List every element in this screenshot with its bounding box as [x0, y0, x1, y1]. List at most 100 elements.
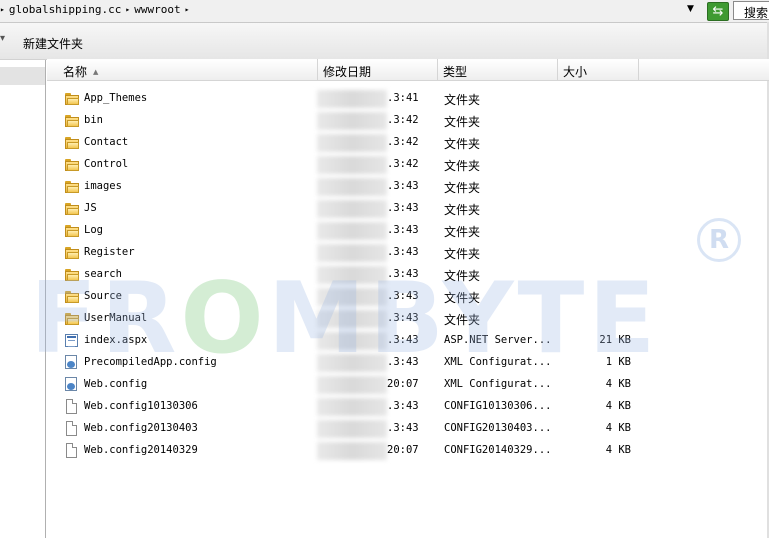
file-date: .3:43 [317, 176, 452, 198]
file-type: CONFIG10130306... [444, 400, 552, 412]
file-date: .3:41 [317, 88, 452, 110]
file-name[interactable]: Web.config20140329 [84, 444, 198, 456]
config-file-icon [65, 377, 79, 392]
file-name[interactable]: PrecompiledApp.config [84, 356, 217, 368]
file-time: .3:43 [387, 334, 419, 346]
search-input[interactable]: 搜索 [733, 1, 769, 20]
breadcrumb-chevron-icon[interactable]: ▸ [0, 5, 5, 14]
file-time: .3:43 [387, 400, 419, 412]
file-name[interactable]: Web.config20130403 [84, 422, 198, 434]
file-row[interactable]: Log .3:43 文件夹 [47, 220, 769, 242]
file-row[interactable]: Web.config 20:07 XML Configurat... 4 KB [47, 374, 769, 396]
file-time: .3:43 [387, 356, 419, 368]
history-dropdown-icon[interactable]: ▼ [687, 4, 694, 14]
redacted-date [317, 156, 387, 174]
column-header-size[interactable]: 大小 [558, 59, 639, 80]
column-label-name: 名称 [63, 65, 88, 79]
redacted-date [317, 244, 387, 262]
file-name[interactable]: Source [84, 290, 122, 302]
file-time: .3:41 [387, 92, 419, 104]
file-date: .3:43 [317, 396, 452, 418]
address-bar[interactable]: ▸ globalshipping.cc ▸ wwwroot ▸ ▼ ⇆ 搜索 [0, 0, 769, 23]
file-type: CONFIG20140329... [444, 444, 552, 456]
file-row[interactable]: Control .3:42 文件夹 [47, 154, 769, 176]
file-row[interactable]: Web.config20130403 .3:43 CONFIG20130403...… [47, 418, 769, 440]
file-row[interactable]: Source .3:43 文件夹 [47, 286, 769, 308]
aspx-file-icon [65, 333, 79, 348]
file-type: CONFIG20130403... [444, 422, 552, 434]
file-type: 文件夹 [444, 93, 481, 107]
redacted-date [317, 420, 387, 438]
file-date: .3:42 [317, 110, 452, 132]
file-type: 文件夹 [444, 137, 481, 151]
breadcrumb-item-folder[interactable]: wwwroot [134, 3, 180, 16]
file-name[interactable]: index.aspx [84, 334, 147, 346]
file-date: .3:43 [317, 264, 452, 286]
file-time: .3:43 [387, 422, 419, 434]
pane-splitter[interactable] [45, 60, 46, 538]
folder-icon [65, 201, 79, 216]
file-name[interactable]: App_Themes [84, 92, 147, 104]
refresh-button[interactable]: ⇆ [707, 2, 729, 21]
folder-icon [65, 289, 79, 304]
file-name[interactable]: Register [84, 246, 135, 258]
file-date: .3:43 [317, 286, 452, 308]
file-name[interactable]: images [84, 180, 122, 192]
file-row[interactable]: bin .3:42 文件夹 [47, 110, 769, 132]
file-name[interactable]: UserManual [84, 312, 147, 324]
file-time: 20:07 [387, 378, 419, 390]
file-time: .3:43 [387, 246, 419, 258]
file-date: .3:42 [317, 132, 452, 154]
file-date: .3:43 [317, 330, 452, 352]
redacted-date [317, 134, 387, 152]
folder-icon [65, 179, 79, 194]
new-folder-button[interactable]: 新建文件夹 [23, 35, 83, 52]
file-date: .3:43 [317, 220, 452, 242]
config-file-icon [65, 355, 79, 370]
file-name[interactable]: Control [84, 158, 128, 170]
folder-icon [65, 113, 79, 128]
file-row[interactable]: Web.config10130306 .3:43 CONFIG10130306...… [47, 396, 769, 418]
organize-chevron-icon[interactable]: ▾ [0, 33, 5, 44]
file-row[interactable]: App_Themes .3:41 文件夹 [47, 88, 769, 110]
folder-icon [65, 267, 79, 282]
breadcrumb-item-host[interactable]: globalshipping.cc [9, 3, 122, 16]
file-time: .3:43 [387, 290, 419, 302]
file-icon [65, 421, 79, 436]
file-time: .3:42 [387, 136, 419, 148]
column-header-name[interactable]: 名称 ▲ [47, 59, 318, 80]
redacted-date [317, 288, 387, 306]
registered-mark-icon: R [697, 218, 741, 262]
file-row[interactable]: JS .3:43 文件夹 [47, 198, 769, 220]
file-date: .3:43 [317, 308, 452, 330]
column-header: 名称 ▲ 修改日期 类型 大小 [47, 59, 769, 81]
file-time: .3:42 [387, 158, 419, 170]
redacted-date [317, 200, 387, 218]
file-name[interactable]: Web.config [84, 378, 147, 390]
redacted-date [317, 222, 387, 240]
file-name[interactable]: bin [84, 114, 103, 126]
column-header-date[interactable]: 修改日期 [318, 59, 438, 80]
file-name[interactable]: Contact [84, 136, 128, 148]
nav-selected-item[interactable] [0, 67, 45, 85]
navigation-pane[interactable] [0, 60, 46, 538]
file-row[interactable]: index.aspx .3:43 ASP.NET Server... 21 KB [47, 330, 769, 352]
file-row[interactable]: Contact .3:42 文件夹 [47, 132, 769, 154]
file-row[interactable]: search .3:43 文件夹 [47, 264, 769, 286]
file-row[interactable]: UserManual .3:43 文件夹 [47, 308, 769, 330]
redacted-date [317, 332, 387, 350]
file-name[interactable]: JS [84, 202, 97, 214]
chevron-right-icon[interactable]: ▸ [125, 5, 130, 14]
chevron-right-icon[interactable]: ▸ [185, 5, 190, 14]
column-header-type[interactable]: 类型 [438, 59, 558, 80]
file-row[interactable]: Web.config20140329 20:07 CONFIG20140329...… [47, 440, 769, 462]
file-time: .3:43 [387, 312, 419, 324]
file-row[interactable]: PrecompiledApp.config .3:43 XML Configurat… [47, 352, 769, 374]
file-time: .3:43 [387, 224, 419, 236]
file-type: XML Configurat... [444, 378, 552, 390]
file-name[interactable]: Web.config10130306 [84, 400, 198, 412]
file-row[interactable]: Register .3:43 文件夹 [47, 242, 769, 264]
file-row[interactable]: images .3:43 文件夹 [47, 176, 769, 198]
file-name[interactable]: search [84, 268, 122, 280]
file-name[interactable]: Log [84, 224, 103, 236]
